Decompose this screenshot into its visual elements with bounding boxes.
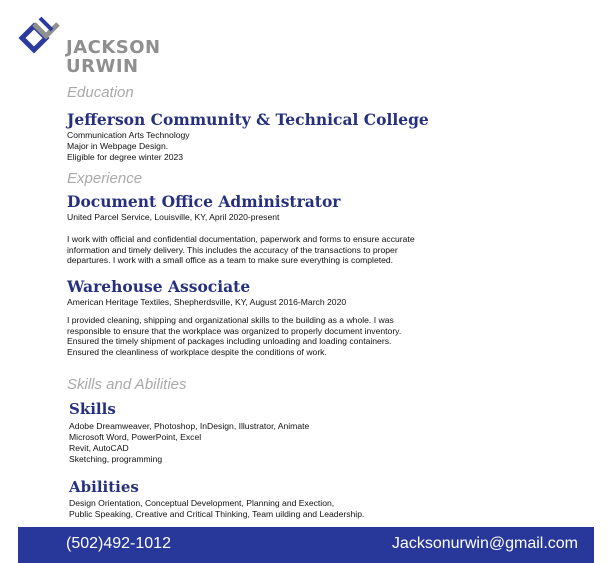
- skills-line: Adobe Dreamweaver, Photoshop, InDesign, …: [69, 421, 310, 431]
- abilities-line: Public Speaking, Creative and Critical T…: [69, 509, 365, 519]
- job-description-line: I work with official and confidential do…: [67, 234, 415, 244]
- job-description-line: departures. I work with a small office a…: [67, 255, 394, 265]
- email-address[interactable]: Jacksonurwin@gmail.com: [392, 535, 578, 553]
- abilities-list: Design Orientation, Conceptual Developme…: [69, 498, 364, 520]
- brand-line-2: URWIN: [66, 56, 139, 77]
- education-line: Eligible for degree winter 2023: [67, 152, 184, 162]
- ju-logo-mark: [18, 16, 60, 54]
- contact-footer: (502)492-1012 Jacksonurwin@gmail.com: [18, 527, 594, 563]
- job-title: Document Office Administrator: [67, 192, 341, 211]
- skills-line: Microsoft Word, PowerPoint, Excel: [69, 432, 202, 442]
- job-description: I work with official and confidential do…: [67, 234, 487, 266]
- education-line: Major in Webpage Design.: [67, 141, 169, 151]
- job-description-line: Ensured the cleanliness of workplace des…: [67, 346, 327, 357]
- skills-line: Sketching, programming: [69, 454, 163, 464]
- skills-list: Adobe Dreamweaver, Photoshop, InDesign, …: [69, 421, 309, 465]
- abilities-line: Design Orientation, Conceptual Developme…: [69, 498, 335, 508]
- job-description-line: I provided cleaning, shipping and organi…: [67, 315, 394, 325]
- education-label: Education: [67, 84, 134, 101]
- education-details: Communication Arts Technology Major in W…: [67, 130, 190, 163]
- phone-number[interactable]: (502)492-1012: [66, 535, 171, 553]
- school-name: Jefferson Community & Technical College: [67, 110, 429, 129]
- job-description-line: information and timely delivery. This in…: [67, 244, 398, 255]
- job-subtitle: American Heritage Textiles, Shepherdsvil…: [67, 297, 347, 307]
- job-description-line: responsible to ensure that the workplace…: [67, 325, 402, 336]
- brand-line-1: JACKSON: [66, 37, 161, 58]
- skills-abilities-label: Skills and Abilities: [67, 376, 187, 393]
- job-description-line: Ensured the timely shipment of packages …: [67, 336, 392, 346]
- skills-line: Revit, AutoCAD: [69, 443, 129, 453]
- abilities-title: Abilities: [69, 478, 139, 496]
- brand-name: JACKSON URWIN: [66, 38, 161, 76]
- job-title: Warehouse Associate: [67, 277, 251, 296]
- education-line: Communication Arts Technology: [67, 130, 190, 140]
- experience-label: Experience: [67, 170, 143, 187]
- job-description: I provided cleaning, shipping and organi…: [67, 315, 487, 357]
- job-subtitle: United Parcel Service, Louisville, KY, A…: [67, 212, 280, 222]
- skills-title: Skills: [69, 400, 116, 418]
